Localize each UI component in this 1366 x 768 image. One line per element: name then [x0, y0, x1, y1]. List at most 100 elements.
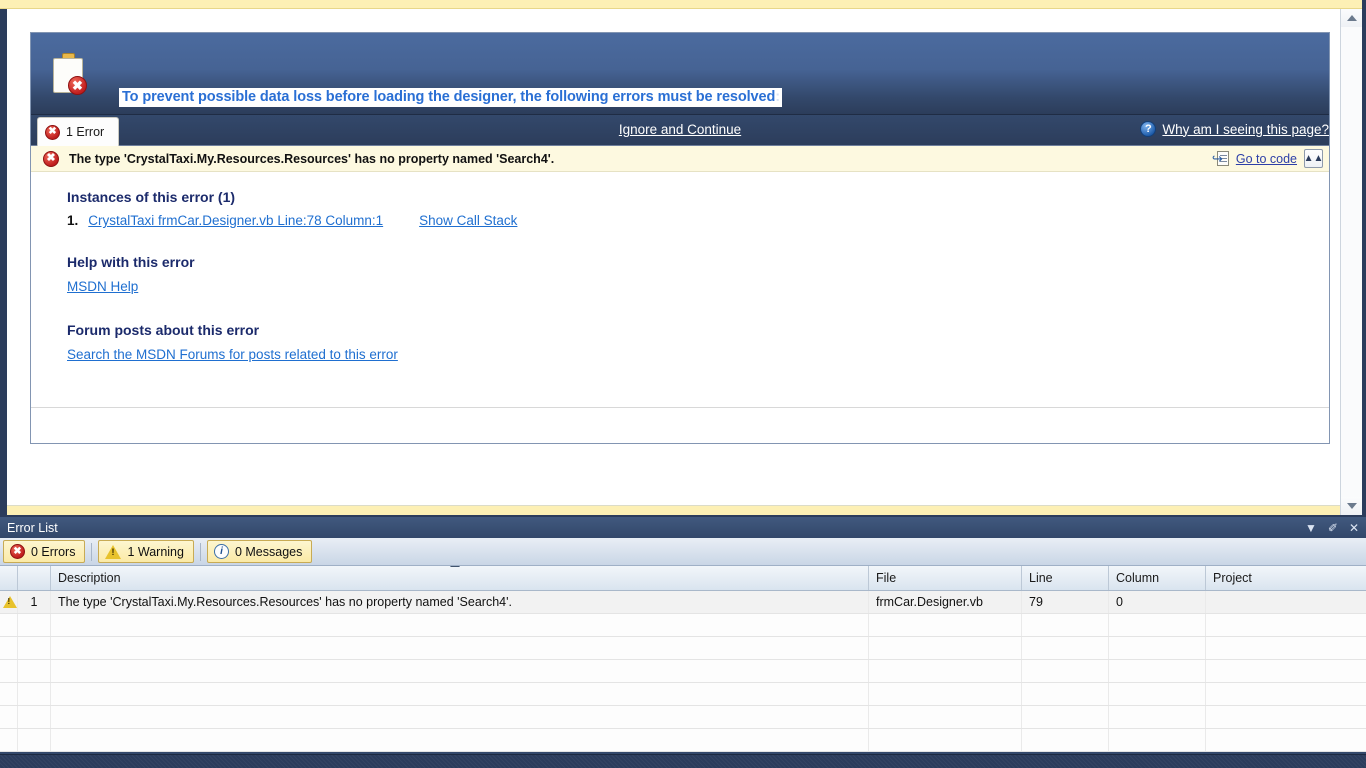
column-header-line-label: Line — [1029, 571, 1053, 585]
empty-cell — [1022, 729, 1109, 751]
designer-bottom-yellow-strip — [7, 505, 1340, 515]
column-header-file[interactable]: File — [869, 566, 1022, 590]
empty-cell — [18, 729, 51, 751]
error-message-text: The type 'CrystalTaxi.My.Resources.Resou… — [69, 151, 555, 166]
arrow-hook-shape: ↪ — [1211, 151, 1223, 166]
empty-cell — [51, 729, 869, 751]
left-chrome-edge — [0, 9, 7, 515]
toolbar-separator — [91, 542, 93, 561]
error-list-window-buttons: ▼ ✐ ✕ — [1305, 517, 1359, 538]
filter-errors-button[interactable]: ✖ 0 Errors — [3, 540, 86, 563]
empty-cell — [1022, 706, 1109, 728]
scrollbar-track[interactable] — [1341, 27, 1362, 497]
empty-cell — [51, 637, 869, 659]
help-circle-icon: ? — [1140, 121, 1157, 137]
table-row-empty[interactable] — [0, 614, 1366, 637]
column-header-line[interactable]: Line — [1022, 566, 1109, 590]
empty-cell — [1022, 660, 1109, 682]
error-list-grid: Description File Line Column Project ! 1… — [0, 566, 1366, 752]
empty-cell — [1206, 660, 1366, 682]
empty-cell — [869, 683, 1022, 705]
pin-icon[interactable]: ✐ — [1328, 522, 1338, 534]
column-header-icon[interactable] — [0, 566, 18, 590]
error-badge-icon: ✖ — [68, 76, 87, 95]
empty-cell — [0, 729, 18, 751]
status-bar — [0, 754, 1366, 768]
column-header-column-label: Column — [1116, 571, 1160, 585]
why-link-label: Why am I seeing this page? — [1162, 121, 1329, 137]
banner-title-colon: : — [775, 89, 780, 105]
empty-cell — [51, 660, 869, 682]
column-header-file-label: File — [876, 571, 897, 585]
show-call-stack-link[interactable]: Show Call Stack — [419, 213, 517, 228]
sort-ascending-icon — [450, 566, 460, 567]
error-list-title: Error List — [7, 520, 58, 535]
filter-messages-label: 0 Messages — [234, 544, 303, 559]
table-row-empty[interactable] — [0, 637, 1366, 660]
empty-cell — [51, 614, 869, 636]
empty-cell — [0, 614, 18, 636]
empty-cell — [0, 637, 18, 659]
table-row-empty[interactable] — [0, 706, 1366, 729]
error-icon: ✖ — [10, 544, 25, 559]
app-window: ✖ To prevent possible data loss before l… — [0, 0, 1366, 768]
info-icon: i — [213, 544, 229, 559]
msdn-help-link[interactable]: MSDN Help — [67, 279, 138, 294]
empty-cell — [51, 706, 869, 728]
column-header-description-label: Description — [58, 571, 121, 585]
filter-warnings-label: 1 Warning — [127, 544, 184, 559]
ignore-and-continue-link[interactable]: Ignore and Continue — [31, 122, 1329, 137]
scroll-down-arrow-icon[interactable] — [1341, 497, 1362, 515]
designer-vertical-scrollbar[interactable] — [1340, 9, 1362, 515]
row-number: 1 — [18, 591, 51, 613]
error-bar-actions: ↪ Go to code ▲▲ — [1212, 149, 1323, 168]
table-row[interactable]: 1 The type 'CrystalTaxi.My.Resources.Res… — [0, 591, 1366, 614]
empty-cell — [1109, 683, 1206, 705]
chevron-down-icon[interactable]: ▼ — [1305, 522, 1317, 534]
empty-cell — [51, 683, 869, 705]
table-row-empty[interactable] — [0, 683, 1366, 706]
empty-cell — [1206, 614, 1366, 636]
error-message-bar: ✖ The type 'CrystalTaxi.My.Resources.Res… — [31, 146, 1329, 172]
forum-heading: Forum posts about this error — [67, 322, 260, 338]
column-header-project[interactable]: Project — [1206, 566, 1366, 590]
instance-location-link[interactable]: CrystalTaxi frmCar.Designer.vb Line:78 C… — [88, 213, 383, 228]
filter-warnings-button[interactable]: 1 Warning — [98, 540, 194, 563]
row-file: frmCar.Designer.vb — [869, 591, 1022, 613]
empty-cell — [1109, 729, 1206, 751]
row-line: 79 — [1022, 591, 1109, 613]
toolbar-separator — [199, 542, 201, 561]
error-list-title-bar: Error List ▼ ✐ ✕ — [0, 517, 1366, 538]
row-project — [1206, 591, 1366, 613]
column-header-number[interactable] — [18, 566, 51, 590]
error-list-panel: Error List ▼ ✐ ✕ ✖ 0 Errors 1 Warning i … — [0, 517, 1366, 754]
filter-errors-label: 0 Errors — [31, 544, 76, 559]
why-am-i-seeing-this-page-link[interactable]: ? Why am I seeing this page? — [1140, 121, 1329, 137]
chevron-double-up-icon[interactable]: ▲▲ — [1304, 149, 1323, 168]
empty-cell — [0, 660, 18, 682]
go-to-code-link[interactable]: Go to code — [1236, 152, 1297, 166]
warning-icon — [2, 596, 17, 608]
row-description: The type 'CrystalTaxi.My.Resources.Resou… — [51, 591, 869, 613]
filter-messages-button[interactable]: i 0 Messages — [206, 540, 313, 563]
msdn-forum-search-link[interactable]: Search the MSDN Forums for posts related… — [67, 347, 398, 362]
empty-cell — [18, 660, 51, 682]
empty-cell — [18, 614, 51, 636]
column-header-project-label: Project — [1213, 571, 1252, 585]
empty-cell — [1109, 637, 1206, 659]
empty-cell — [1206, 637, 1366, 659]
table-row-empty[interactable] — [0, 660, 1366, 683]
empty-cell — [18, 683, 51, 705]
grid-header-row: Description File Line Column Project — [0, 566, 1366, 591]
table-row-empty[interactable] — [0, 729, 1366, 752]
error-page-tabs-row: ✖ 1 Error Ignore and Continue ? Why am I… — [31, 115, 1329, 146]
empty-cell — [1109, 614, 1206, 636]
help-heading: Help with this error — [67, 254, 195, 270]
close-icon[interactable]: ✕ — [1349, 522, 1359, 534]
scroll-up-arrow-icon[interactable] — [1341, 9, 1362, 27]
help-link-row: MSDN Help — [67, 278, 1329, 296]
column-header-description[interactable]: Description — [51, 566, 869, 590]
empty-cell — [0, 706, 18, 728]
empty-cell — [869, 706, 1022, 728]
column-header-column[interactable]: Column — [1109, 566, 1206, 590]
